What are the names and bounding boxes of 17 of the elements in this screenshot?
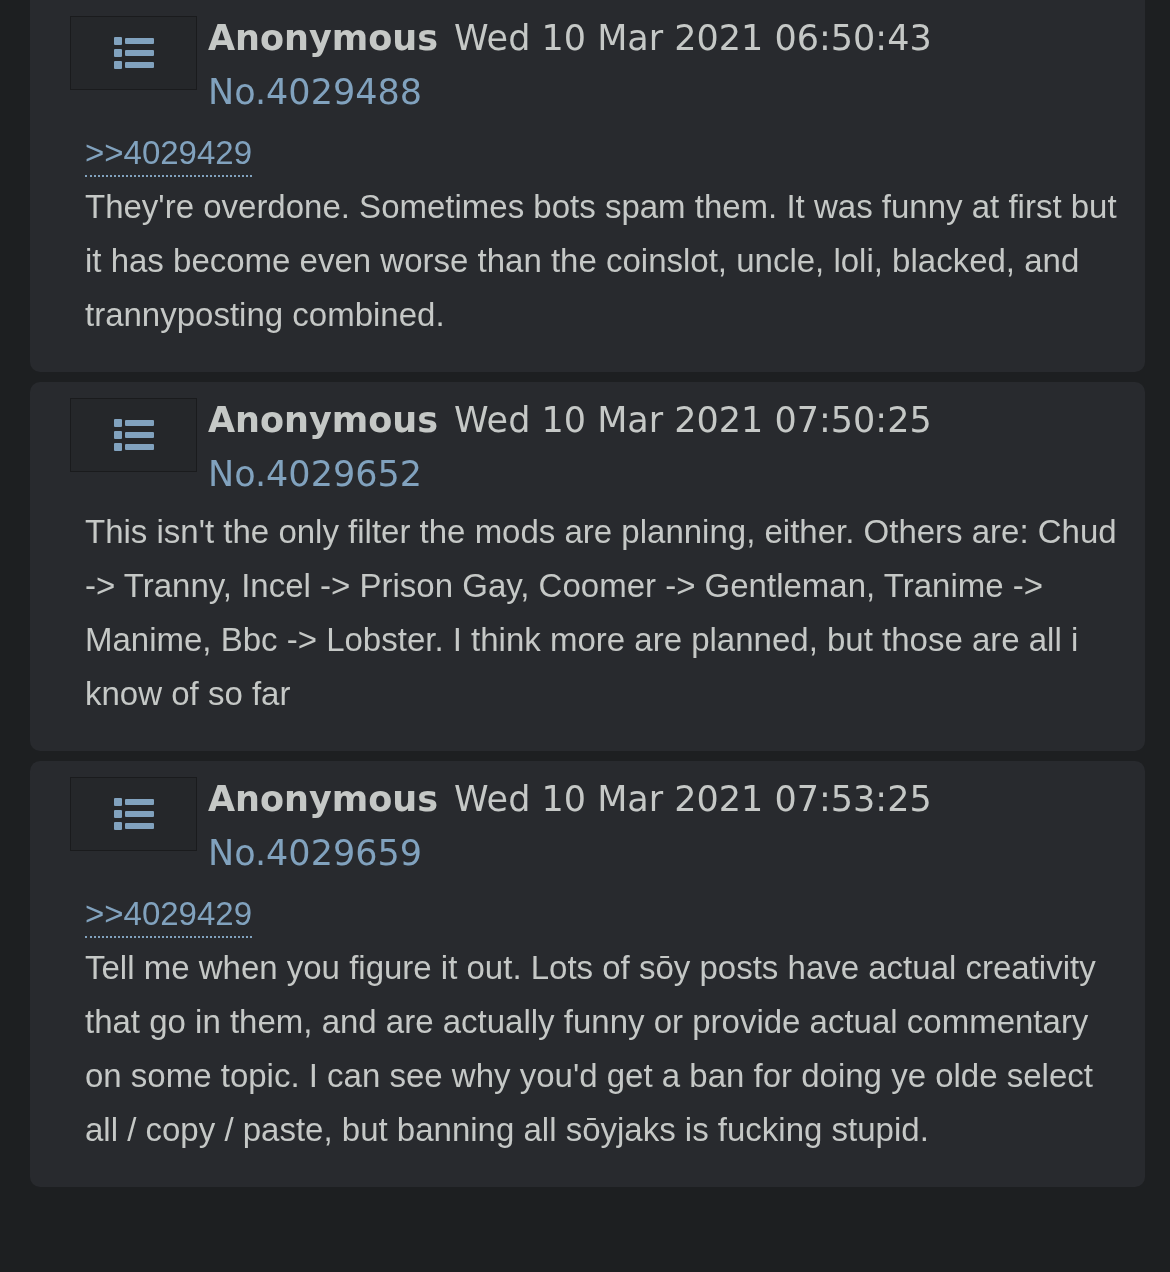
- poster-name: Anonymous: [208, 778, 439, 821]
- menu-icon[interactable]: [113, 798, 154, 830]
- post-date: Wed 10 Mar 2021 06:50:43: [454, 17, 932, 60]
- post-date: Wed 10 Mar 2021 07:53:25: [454, 778, 932, 821]
- menu-icon[interactable]: [113, 37, 154, 69]
- post-text: Tell me when you figure it out. Lots of sōy posts have actual creativity that go in them, and are actually funny or provide actual commentary on some topic. I can see why you'd get a ban for doing ye olde select all / copy / paste, but banning all sōyjaks is fucking stupid.: [85, 948, 1097, 1150]
- quote-link[interactable]: >>4029429: [85, 131, 252, 177]
- menu-icon[interactable]: [113, 419, 154, 451]
- post-number-link[interactable]: No.4029659: [208, 826, 422, 880]
- post-number-link[interactable]: No.4029488: [208, 65, 422, 119]
- post-text: This isn't the only filter the mods are planning, either. Others are: Chud -> Tranny, Incel -> Prison Gay, Coomer -> Gentleman, Tranime -> Manime, Bbc -> Lobster. I think more are planned, but those are all i know of so far: [85, 512, 1118, 714]
- poster-name: Anonymous: [208, 17, 439, 60]
- post-text: They're overdone. Sometimes bots spam them. It was funny at first but it has become even worse than the coinslot, uncle, loli, blacked, and trannyposting combined.: [85, 187, 1118, 335]
- quote-link[interactable]: >>4029429: [85, 892, 252, 938]
- post-date: Wed 10 Mar 2021 07:50:25: [454, 399, 932, 442]
- poster-name: Anonymous: [208, 399, 439, 442]
- post-number-link[interactable]: No.4029652: [208, 447, 422, 501]
